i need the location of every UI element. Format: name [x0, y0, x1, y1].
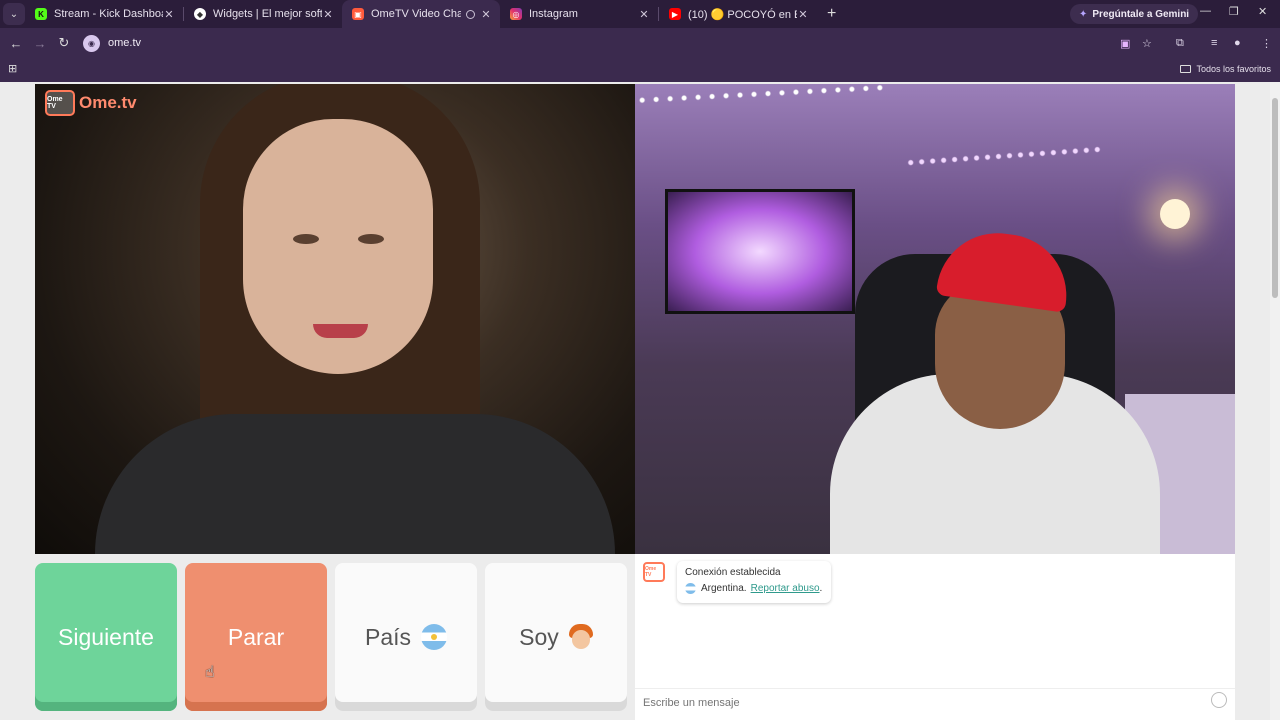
back-icon[interactable]: ←: [4, 36, 28, 51]
next-label: Siguiente: [58, 623, 154, 650]
report-abuse-link[interactable]: Reportar abuso: [751, 583, 820, 594]
led-lights: [904, 145, 1106, 167]
tab-instagram[interactable]: ◎ Instagram ✕: [500, 0, 658, 28]
chat-logo-text: Ome TV: [645, 566, 657, 578]
close-icon[interactable]: ✕: [322, 8, 334, 21]
boy-emoji-icon: [568, 624, 593, 650]
connection-status: Conexión establecida: [685, 567, 781, 578]
media-controls-icon[interactable]: ≡: [1211, 37, 1217, 49]
url-text[interactable]: ome.tv: [108, 37, 141, 49]
ometv-icon: ▣: [352, 8, 364, 20]
reload-icon[interactable]: ↻: [52, 35, 76, 51]
brand-name: Ome.tv: [79, 93, 137, 112]
minimize-icon[interactable]: —: [1200, 5, 1211, 17]
gemini-label: Pregúntale a Gemini: [1092, 8, 1190, 20]
stranger-shirt: [95, 414, 615, 554]
argentina-flag-icon: [421, 624, 448, 650]
lamp: [1160, 199, 1190, 229]
tab-widgets[interactable]: ◆ Widgets | El mejor software para ✕: [184, 0, 342, 28]
led-lights: [635, 84, 886, 106]
tv-icon: Ome TV: [45, 90, 75, 116]
new-tab-button[interactable]: +: [827, 5, 836, 23]
browser-toolbar: ← → ↻ ◉ ome.tv ▣ ☆ ⧉ ≡ ● ⋮: [0, 28, 1280, 58]
ometv-logo: Ome TV Ome.tv: [45, 90, 137, 116]
kick-icon: K: [35, 8, 47, 20]
folder-icon: [1180, 65, 1192, 73]
gender-button[interactable]: Soy: [485, 563, 627, 711]
extensions-icon[interactable]: ⧉: [1176, 37, 1184, 50]
site-info-icon[interactable]: ◉: [83, 34, 100, 52]
profile-icon[interactable]: ●: [1234, 37, 1241, 49]
eye: [358, 234, 384, 244]
instagram-icon: ◎: [510, 8, 522, 20]
stop-button[interactable]: Parar: [185, 563, 327, 711]
widgets-icon: ◆: [194, 8, 206, 20]
country-label: País: [364, 623, 412, 650]
eye: [293, 234, 319, 244]
tab-strip: ⌄ K Stream - Kick Dashboard ✕ ◆ Widgets …: [0, 0, 1280, 28]
scrollbar-thumb[interactable]: [1272, 98, 1278, 298]
forward-icon[interactable]: →: [28, 36, 52, 51]
close-icon[interactable]: ✕: [638, 8, 650, 21]
chat-panel: Ome TV Conexión establecida Argentina. R…: [635, 554, 1235, 720]
ometv-chat-icon: Ome TV: [643, 562, 665, 582]
close-icon[interactable]: ✕: [480, 8, 492, 21]
recording-icon: [466, 9, 475, 19]
bookmark-star-icon[interactable]: ☆: [1142, 37, 1152, 50]
stranger-face: [243, 119, 433, 374]
gender-label: Soy: [519, 623, 559, 650]
tab-title: OmeTV Video Chat — Ome: [371, 8, 461, 20]
screen-share-icon[interactable]: ▣: [1120, 37, 1130, 50]
message-input[interactable]: [635, 688, 1235, 716]
local-video: [635, 84, 1235, 554]
gemini-spark-icon: ✦: [1079, 8, 1088, 20]
remote-video: Ome TV Ome.tv: [35, 84, 635, 554]
tab-title: Instagram: [529, 8, 578, 20]
tab-ometv[interactable]: ▣ OmeTV Video Chat — Ome ✕: [342, 0, 500, 28]
restore-icon[interactable]: ❐: [1229, 5, 1239, 18]
country-button[interactable]: País: [335, 563, 477, 711]
tab-search-button[interactable]: ⌄: [3, 3, 25, 25]
close-icon[interactable]: ✕: [797, 8, 809, 21]
stop-label: Parar: [227, 623, 285, 650]
all-bookmarks-label: Todos los favoritos: [1196, 64, 1271, 74]
apps-icon[interactable]: ⊞: [8, 64, 19, 75]
tab-title: Widgets | El mejor software para: [213, 8, 322, 20]
bookmarks-bar: ⊞ Todos los favoritos: [0, 58, 1280, 82]
partner-country: Argentina.: [701, 583, 747, 594]
next-button[interactable]: Siguiente: [35, 563, 177, 711]
emoji-icon[interactable]: [1211, 692, 1227, 708]
background-tv: [665, 189, 855, 314]
mouth: [313, 324, 368, 338]
system-message: Conexión establecida Argentina. Reportar…: [677, 561, 831, 603]
tab-youtube[interactable]: ▶ (10) 🟡 POCOYÓ en ESPAÑOL ✕: [659, 0, 817, 28]
youtube-icon: ▶: [669, 8, 681, 20]
report-suffix: .: [819, 583, 823, 594]
address-bar[interactable]: ◉ ome.tv: [80, 31, 1165, 55]
ometv-page: Ome TV Ome.tv Siguiente Parar País Soy ☝…: [0, 82, 1280, 720]
argentina-flag-icon: [685, 583, 696, 594]
menu-icon[interactable]: ⋮: [1261, 37, 1272, 50]
tab-title: (10) 🟡 POCOYÓ en ESPAÑOL: [688, 8, 797, 21]
logo-small-text: Ome TV: [47, 96, 63, 110]
gemini-button[interactable]: ✦ Pregúntale a Gemini: [1070, 4, 1199, 24]
tab-kick[interactable]: K Stream - Kick Dashboard ✕: [25, 0, 183, 28]
all-bookmarks-button[interactable]: Todos los favoritos: [1180, 64, 1271, 74]
page-scrollbar[interactable]: [1270, 82, 1280, 720]
close-icon[interactable]: ✕: [163, 8, 175, 21]
mouse-cursor-icon: ☝: [205, 664, 215, 681]
tab-title: Stream - Kick Dashboard: [54, 8, 163, 20]
window-close-icon[interactable]: ✕: [1258, 5, 1267, 18]
